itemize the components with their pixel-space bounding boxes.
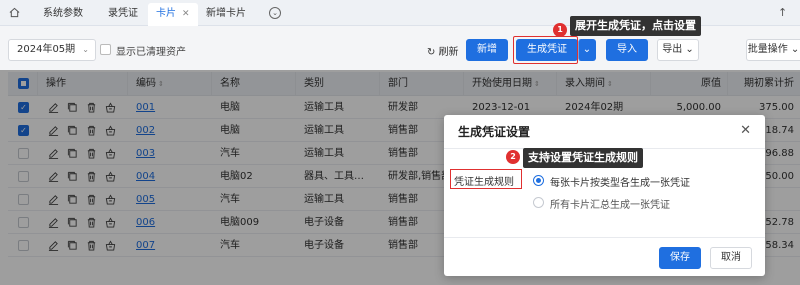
generate-voucher-highlight <box>513 36 578 64</box>
generate-voucher-settings-dialog: 生成凭证设置 ✕ 2 支持设置凭证生成规则 凭证生成规则 每张卡片按类型各生成一… <box>444 115 765 276</box>
arrow-up-icon[interactable]: ↑ <box>778 6 787 19</box>
step-badge-2: 2 <box>506 150 520 164</box>
step2-callout: 支持设置凭证生成规则 <box>523 148 643 168</box>
tab-cards-label: 卡片 <box>156 8 176 19</box>
voucher-rule-label: 凭证生成规则 <box>454 177 514 188</box>
new-button[interactable]: 新增 <box>466 39 508 61</box>
import-button[interactable]: 导入 <box>606 39 648 61</box>
chevron-down-icon: ⌄ <box>790 44 800 55</box>
save-button[interactable]: 保存 <box>659 247 701 269</box>
chevron-down-icon: ⌄ <box>82 45 89 54</box>
cancel-button[interactable]: 取消 <box>710 247 752 269</box>
divider <box>444 237 765 238</box>
tab-system-params[interactable]: 系统参数 <box>43 5 83 23</box>
home-icon[interactable] <box>9 7 20 18</box>
generate-voucher-dropdown[interactable]: ⌄ <box>578 39 596 61</box>
batch-label: 批量操作 <box>747 44 788 55</box>
tab-new-card[interactable]: 新增卡片 <box>206 5 246 23</box>
step-badge-1: 1 <box>553 23 567 37</box>
period-value: 2024年05期 <box>17 44 76 55</box>
refresh-icon: ↻ <box>427 47 439 58</box>
step1-callout: 展开生成凭证，点击设置 <box>570 16 701 36</box>
refresh-button[interactable]: ↻ 刷新 <box>427 43 459 58</box>
export-label: 导出 <box>662 44 683 55</box>
radio-per-card-by-type[interactable] <box>533 175 544 186</box>
radio-merge-all[interactable] <box>533 197 544 208</box>
period-select[interactable]: 2024年05期 ⌄ <box>8 39 96 61</box>
show-cleared-label: 显示已清理资产 <box>116 47 186 58</box>
export-button[interactable]: 导出 ⌄ <box>657 39 699 61</box>
batch-actions-button[interactable]: 批量操作 ⌄ <box>746 39 800 61</box>
show-cleared-checkbox[interactable] <box>100 44 111 55</box>
chevron-down-icon: ⌄ <box>685 44 694 55</box>
chevron-down-icon: ⌄ <box>582 44 592 55</box>
close-icon[interactable]: ✕ <box>182 9 190 19</box>
radio-per-card-by-type-label[interactable]: 每张卡片按类型各生成一张凭证 <box>550 174 690 189</box>
dialog-title: 生成凭证设置 <box>458 125 531 139</box>
tab-cards[interactable]: 卡片 ✕ <box>148 3 198 26</box>
radio-merge-all-label[interactable]: 所有卡片汇总生成一张凭证 <box>550 196 670 211</box>
refresh-label: 刷新 <box>438 47 459 58</box>
chevron-down-icon[interactable]: ⌄ <box>269 7 281 19</box>
tab-record-voucher[interactable]: 录凭证 <box>108 5 138 23</box>
close-icon[interactable]: ✕ <box>740 123 751 138</box>
